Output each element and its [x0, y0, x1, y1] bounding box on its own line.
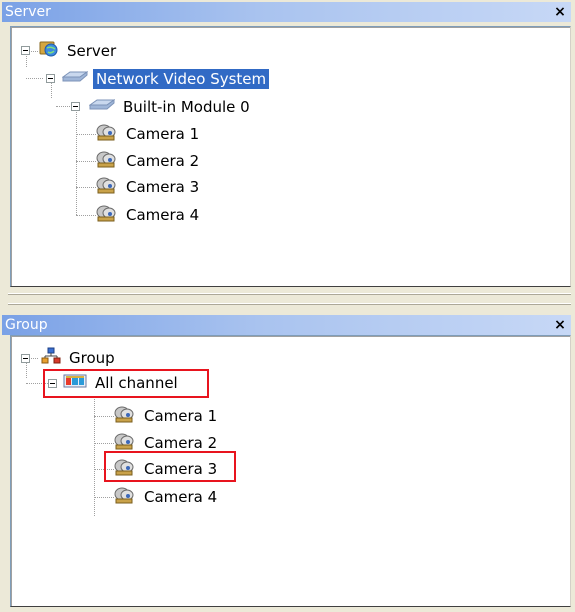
- camera-icon: [96, 204, 118, 226]
- server-panel: Server × Server Network Video System Bui…: [0, 0, 575, 289]
- server-panel-close-button[interactable]: ×: [551, 2, 569, 22]
- tree-item-label: Camera 4: [126, 206, 200, 224]
- camera-icon: [96, 123, 118, 145]
- highlight-camera-3: [104, 451, 236, 482]
- tree-item-label: Camera 4: [144, 488, 218, 506]
- tree-item-built-in-module[interactable]: Built-in Module 0: [88, 95, 253, 119]
- group-panel-close-button[interactable]: ×: [551, 315, 569, 335]
- tree-item-group-camera-1[interactable]: Camera 1: [114, 404, 220, 428]
- tree-item-label: Camera 2: [144, 434, 218, 452]
- module-collapse-toggle[interactable]: [71, 102, 80, 111]
- tree-item-label: Group: [69, 349, 115, 367]
- group-tree[interactable]: Group All channel Camera 1 Camera 2 Came…: [10, 335, 571, 607]
- tree-item-label: Camera 3: [126, 178, 200, 196]
- group-panel-title: Group: [5, 317, 48, 333]
- tree-item-group-camera-4[interactable]: Camera 4: [114, 485, 220, 509]
- server-root-collapse-toggle[interactable]: [21, 46, 30, 55]
- tree-item-label: Camera 1: [144, 407, 218, 425]
- group-panel-titlebar: Group ×: [2, 315, 571, 335]
- tree-item-network-video-system[interactable]: Network Video System: [61, 67, 270, 91]
- tree-item-label: Server: [67, 42, 117, 60]
- server-panel-titlebar: Server ×: [2, 2, 571, 22]
- group-icon: [41, 346, 61, 370]
- tree-item-camera-3[interactable]: Camera 3: [96, 175, 202, 199]
- panel-splitter[interactable]: [0, 289, 575, 313]
- network-icon: [61, 69, 89, 89]
- tree-item-label: Network Video System: [93, 69, 270, 89]
- tree-item-label: Camera 1: [126, 125, 200, 143]
- group-panel: Group × Group All channel Camera 1 Camer…: [0, 313, 575, 612]
- camera-icon: [114, 405, 136, 427]
- camera-icon: [96, 150, 118, 172]
- server-tree[interactable]: Server Network Video System Built-in Mod…: [10, 26, 571, 287]
- tree-item-label: Built-in Module 0: [123, 98, 250, 116]
- tree-item-camera-2[interactable]: Camera 2: [96, 149, 202, 173]
- tree-item-label: Camera 2: [126, 152, 200, 170]
- server-panel-title: Server: [5, 4, 51, 20]
- network-icon: [88, 97, 116, 117]
- tree-item-group[interactable]: Group: [41, 346, 118, 370]
- tree-item-camera-1[interactable]: Camera 1: [96, 122, 202, 146]
- app-root: Server × Server Network Video System Bui…: [0, 0, 575, 612]
- system-collapse-toggle[interactable]: [46, 74, 55, 83]
- group-root-collapse-toggle[interactable]: [21, 354, 30, 363]
- highlight-all-channel: [43, 369, 209, 398]
- tree-item-camera-4[interactable]: Camera 4: [96, 203, 202, 227]
- globe-server-icon: [39, 39, 59, 63]
- tree-item-server[interactable]: Server: [39, 39, 119, 63]
- camera-icon: [96, 176, 118, 198]
- camera-icon: [114, 486, 136, 508]
